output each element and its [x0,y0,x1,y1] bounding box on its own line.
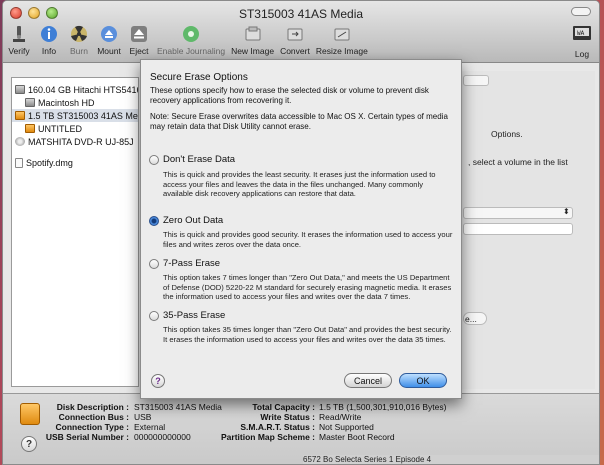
svg-text:WA: WA [577,30,585,37]
info-icon [37,23,61,45]
journaling-icon [179,23,203,45]
option-zero-out[interactable]: Zero Out Data [149,215,223,226]
resize-image-icon [330,23,354,45]
external-drive-icon [15,111,25,120]
window-titlebar: ST315003 41AS Media Verify Info Burn Mou… [3,1,599,63]
cancel-button[interactable]: Cancel [344,373,392,388]
sidebar-item-spotify-dmg[interactable]: Spotify.dmg [12,156,138,169]
usb-serial-label: USB Serial Number : [45,432,129,442]
ok-button[interactable]: OK [399,373,447,388]
connection-bus-label: Connection Bus : [58,412,129,422]
help-button[interactable]: ? [21,436,37,452]
disk-image-icon [15,157,23,168]
resize-image-button[interactable]: Resize Image [316,23,368,61]
option-35-pass[interactable]: 35-Pass Erase [149,310,225,321]
volume-icon [25,124,35,133]
connection-type-label: Connection Type : [55,422,129,432]
log-icon: WA [571,23,593,48]
radio-dont-erase[interactable] [149,154,159,165]
disk-description-value: ST315003 41AS Media [134,402,222,412]
sidebar-item-st315003[interactable]: 1.5 TB ST315003 41AS Medi [12,109,138,122]
disk-description-label: Disk Description : [56,402,129,412]
option-7-pass-description: This option takes 7 times longer than "Z… [163,273,452,301]
partition-scheme-label: Partition Map Scheme : [221,432,315,442]
option-7-pass[interactable]: 7-Pass Erase [149,258,220,269]
option-dont-erase[interactable]: Don't Erase Data [149,154,235,165]
total-capacity-label: Total Capacity : [252,402,315,412]
hard-drive-icon [15,85,25,94]
sheet-help-button[interactable]: ? [151,374,165,388]
verify-button[interactable]: Verify [7,23,31,61]
new-image-icon [241,23,265,45]
write-status-label: Write Status : [260,412,315,422]
burn-button[interactable]: Burn [67,23,91,61]
convert-icon [283,23,307,45]
radio-zero-out[interactable] [149,215,159,226]
sidebar-item-macintosh-hd[interactable]: Macintosh HD [12,96,138,109]
smart-status-value: Not Supported [319,422,374,432]
option-dont-erase-description: This is quick and provides the least sec… [163,170,436,198]
optical-disc-icon [15,137,25,146]
tab-partial [463,75,489,86]
toolbar: Verify Info Burn Mount Eject Enable Jour… [7,23,595,61]
sidebar-item-dvd[interactable]: MATSHITA DVD-R UJ-85J [12,135,138,148]
radio-35-pass[interactable] [149,310,159,321]
smart-status-label: S.M.A.R.T. Status : [240,422,315,432]
microscope-icon [7,23,31,45]
disk-list[interactable]: 160.04 GB Hitachi HTS54161 Macintosh HD … [11,77,139,387]
volume-icon [25,98,35,107]
background-window-text: 6572 Bo Selecta Series 1 Episode 4 [303,455,432,464]
format-popup[interactable] [463,207,573,219]
partition-scheme-value: Master Boot Record [319,432,395,442]
erase-button-label: e... [465,314,477,324]
usb-serial-value: 000000000000 [134,432,191,442]
eject-icon [127,23,151,45]
total-capacity-value: 1.5 TB (1,500,301,910,016 Bytes) [319,402,447,412]
sheet-note: Note: Secure Erase overwrites data acces… [150,112,448,131]
radio-7-pass[interactable] [149,258,159,269]
info-button[interactable]: Info [37,23,61,61]
convert-button[interactable]: Convert [280,23,310,61]
option-35-pass-description: This option takes 35 times longer than "… [163,325,452,344]
sheet-intro: These options specify how to erase the s… [150,86,429,105]
connection-type-value: External [134,422,166,432]
mount-icon [97,23,121,45]
window-title: ST315003 41AS Media [238,7,364,21]
write-status-value: Read/Write [319,412,362,422]
sidebar-item-untitled[interactable]: UNTITLED [12,122,138,135]
background-window-strip: 6572 Bo Selecta Series 1 Episode 4 [303,455,599,464]
radiation-icon [67,23,91,45]
popup-arrow-icon: ⬍ [563,207,570,216]
new-image-button[interactable]: New Image [231,23,274,61]
option-zero-out-description: This is quick and provides good security… [163,230,453,249]
options-partial-text: Options. [491,129,523,139]
toolbar-toggle-button[interactable] [571,7,591,16]
sheet-title: Secure Erase Options [150,72,248,83]
select-partial-text: , select a volume in the list [468,157,568,167]
secure-erase-sheet: Secure Erase Options These options speci… [140,59,462,399]
mount-button[interactable]: Mount [97,23,121,61]
name-field[interactable] [463,223,573,235]
sidebar-item-hitachi[interactable]: 160.04 GB Hitachi HTS54161 [12,83,138,96]
eject-button[interactable]: Eject [127,23,151,61]
enable-journaling-button[interactable]: Enable Journaling [157,23,225,61]
log-button[interactable]: WA Log [571,23,593,59]
connection-bus-value: USB [134,412,152,422]
external-drive-icon [20,403,40,425]
